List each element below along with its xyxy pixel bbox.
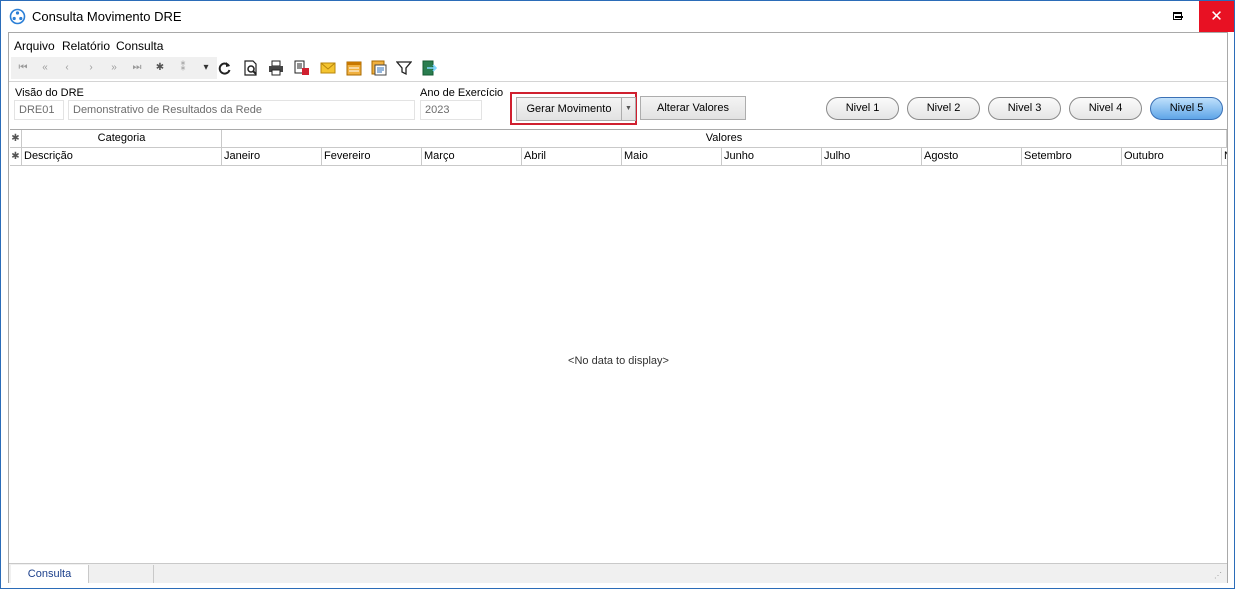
menu-consulta[interactable]: Consulta — [116, 39, 163, 53]
exit-icon[interactable] — [421, 60, 437, 76]
visao-description-field[interactable]: Demonstrativo de Resultados da Rede — [68, 100, 415, 120]
app-icon — [9, 8, 26, 25]
prev-page-icon[interactable]: « — [37, 60, 53, 76]
insert-icon[interactable]: ✱ — [152, 60, 168, 76]
maximize-icon — [1172, 12, 1182, 20]
status-segment — [89, 565, 154, 583]
calendar-icon[interactable] — [346, 60, 362, 76]
title-bar[interactable]: Consulta Movimento DRE ✕ — [1, 1, 1234, 32]
next-page-icon[interactable]: » — [106, 60, 122, 76]
refresh-icon[interactable] — [217, 60, 233, 76]
menu-relatorio[interactable]: Relatório — [62, 39, 110, 53]
visao-label: Visão do DRE — [15, 87, 84, 99]
column-abril[interactable]: Abril — [522, 148, 622, 166]
column-indicator: ✱ — [10, 148, 22, 166]
column-marco[interactable]: Março — [422, 148, 522, 166]
column-julho[interactable]: Julho — [822, 148, 922, 166]
export-icon[interactable] — [294, 60, 310, 76]
empty-grid-message: <No data to display> — [568, 355, 669, 367]
band-valores[interactable]: Valores — [222, 130, 1227, 148]
filter-small-icon[interactable]: ▾ — [198, 60, 214, 76]
nivel-3-button[interactable]: Nivel 3 — [988, 97, 1061, 120]
toolbar: ⏮ « ‹ › » ⏭ ✱ ⁑ ▾ — [9, 57, 1227, 79]
alterar-valores-button[interactable]: Alterar Valores — [640, 96, 746, 120]
nivel-2-button[interactable]: Nivel 2 — [907, 97, 980, 120]
band-categoria[interactable]: Categoria — [22, 130, 222, 148]
visao-code-field[interactable]: DRE01 — [14, 100, 64, 120]
resize-grip-icon[interactable]: ⋰ — [1214, 571, 1224, 581]
navigator-strip: ⏮ « ‹ › » ⏭ ✱ ⁑ ▾ — [11, 57, 217, 79]
prev-icon[interactable]: ‹ — [59, 60, 75, 76]
print-icon[interactable] — [268, 60, 284, 76]
toolbar-divider — [9, 81, 1227, 82]
close-button[interactable]: ✕ — [1199, 1, 1234, 32]
column-junho[interactable]: Junho — [722, 148, 822, 166]
column-agosto[interactable]: Agosto — [922, 148, 1022, 166]
gerar-dropdown-button[interactable]: ▼ — [621, 97, 636, 121]
preview-icon[interactable] — [243, 60, 259, 76]
gerar-movimento-button[interactable]: Gerar Movimento — [516, 97, 622, 121]
window-title: Consulta Movimento DRE — [32, 9, 182, 24]
column-descricao[interactable]: Descrição — [22, 148, 222, 166]
ano-field[interactable]: 2023 — [420, 100, 482, 120]
ano-label: Ano de Exercício — [420, 87, 504, 99]
chevron-down-icon: ▼ — [625, 105, 632, 112]
maximize-button[interactable] — [1163, 1, 1191, 32]
column-fevereiro[interactable]: Fevereiro — [322, 148, 422, 166]
append-icon[interactable]: ⁑ — [175, 60, 191, 76]
tab-consulta[interactable]: Consulta — [11, 565, 89, 583]
client-area: Arquivo Relatório Consulta ⏮ « ‹ › » ⏭ ✱… — [8, 32, 1228, 583]
column-setembro[interactable]: Setembro — [1022, 148, 1122, 166]
report-icon[interactable] — [371, 60, 387, 76]
menu-arquivo[interactable]: Arquivo — [14, 39, 55, 53]
nivel-4-button[interactable]: Nivel 4 — [1069, 97, 1142, 120]
email-icon[interactable] — [320, 60, 336, 76]
nivel-1-button[interactable]: Nivel 1 — [826, 97, 899, 120]
first-icon[interactable]: ⏮ — [15, 60, 31, 76]
gerar-highlight: Gerar Movimento ▼ — [510, 92, 637, 125]
data-grid[interactable]: ✱ Categoria Valores ✱ Descrição Janeiro … — [10, 129, 1227, 563]
filter-icon[interactable] — [396, 60, 412, 76]
column-maio[interactable]: Maio — [622, 148, 722, 166]
column-outubro[interactable]: Outubro — [1122, 148, 1222, 166]
column-janeiro[interactable]: Janeiro — [222, 148, 322, 166]
status-bar: Consulta ⋰ — [9, 563, 1227, 583]
next-icon[interactable]: › — [83, 60, 99, 76]
nivel-5-button[interactable]: Nivel 5 — [1150, 97, 1223, 120]
column-novembro[interactable]: N — [1222, 148, 1227, 166]
band-indicator: ✱ — [10, 130, 22, 148]
last-icon[interactable]: ⏭ — [129, 60, 145, 76]
main-window: Consulta Movimento DRE ✕ Arquivo Relatór… — [0, 0, 1235, 589]
